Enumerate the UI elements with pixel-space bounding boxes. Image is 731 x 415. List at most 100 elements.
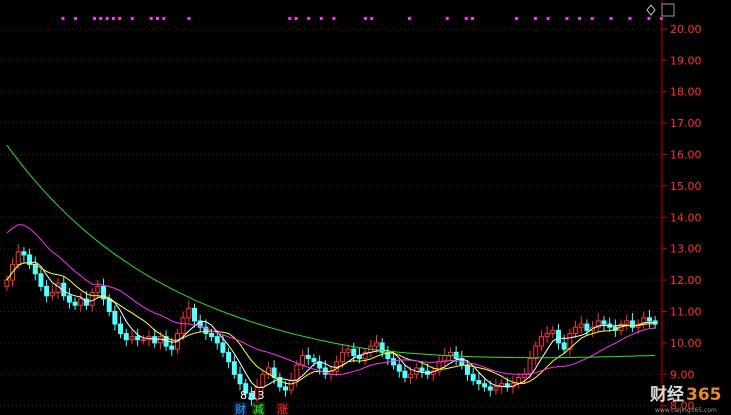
y-tick-label: 11.00 bbox=[670, 306, 702, 319]
candle-up bbox=[294, 364, 300, 382]
candle-down bbox=[237, 373, 243, 385]
candle-down bbox=[38, 273, 44, 287]
event-dot bbox=[464, 17, 468, 20]
event-dot bbox=[370, 17, 374, 20]
watermark-brand-b: 365 bbox=[686, 385, 722, 405]
candle-up bbox=[493, 386, 499, 391]
event-dot bbox=[130, 17, 134, 20]
event-dot bbox=[534, 17, 537, 20]
candle-down bbox=[646, 317, 652, 322]
candle-up bbox=[78, 298, 84, 306]
candle-up bbox=[288, 380, 294, 391]
candle-down bbox=[231, 361, 237, 375]
candle-down bbox=[396, 364, 402, 372]
candle-down bbox=[226, 351, 232, 363]
event-dot bbox=[294, 17, 298, 20]
candle-down bbox=[66, 295, 72, 303]
event-dot bbox=[647, 17, 651, 20]
stock-chart: 20.00 19.00 18.00 17.00 16.00 15.00 14.00 13.00… bbox=[0, 0, 731, 415]
candle-down bbox=[112, 311, 118, 325]
candle-down bbox=[72, 301, 78, 306]
candle-up bbox=[578, 323, 584, 328]
candle-down bbox=[152, 336, 158, 344]
event-dot bbox=[307, 17, 311, 20]
candle-up bbox=[4, 279, 10, 287]
event-dot bbox=[445, 17, 449, 20]
event-dot bbox=[74, 17, 78, 20]
candle-down bbox=[21, 251, 27, 256]
event-dot bbox=[609, 17, 613, 20]
candle-up bbox=[373, 342, 379, 347]
event-label-zhang[interactable]: 涨 bbox=[277, 403, 288, 415]
low-price-label: 8.13 bbox=[240, 389, 265, 402]
event-dot bbox=[162, 17, 166, 20]
candle-down bbox=[283, 386, 289, 391]
event-label-cai[interactable]: 财 bbox=[235, 402, 246, 415]
candle-up bbox=[300, 354, 306, 366]
event-dot bbox=[546, 17, 550, 20]
event-dot bbox=[61, 17, 65, 20]
candle-down bbox=[311, 358, 317, 363]
candle-up bbox=[408, 373, 414, 378]
event-dot bbox=[363, 17, 367, 20]
y-tick-label: 13.00 bbox=[670, 243, 702, 256]
candle-up bbox=[345, 348, 351, 353]
event-dot bbox=[471, 17, 474, 20]
candle-down bbox=[192, 307, 198, 322]
y-tick-label: 19.00 bbox=[670, 54, 702, 67]
candle-up bbox=[550, 329, 556, 334]
candle-down bbox=[487, 386, 493, 391]
event-dot bbox=[93, 17, 96, 20]
watermark-url: www.caijing365.com bbox=[655, 407, 717, 414]
candle-down bbox=[464, 364, 470, 375]
candle-up bbox=[49, 292, 55, 297]
y-tick-label: 10.00 bbox=[670, 337, 702, 350]
candle-down bbox=[209, 332, 215, 338]
event-dot bbox=[332, 17, 336, 20]
y-tick-label: 17.00 bbox=[670, 117, 702, 130]
event-dot bbox=[105, 17, 109, 20]
candle-up bbox=[538, 336, 544, 347]
event-dot bbox=[578, 17, 582, 20]
y-tick-label: 18.00 bbox=[670, 86, 702, 99]
candle-down bbox=[169, 345, 175, 350]
event-dot bbox=[187, 17, 191, 20]
y-tick-label: 20.00 bbox=[670, 23, 702, 36]
candle-up bbox=[15, 251, 21, 265]
candle-up bbox=[533, 345, 539, 360]
candle-up bbox=[260, 373, 266, 388]
event-dot bbox=[590, 17, 594, 20]
candle-up bbox=[180, 317, 186, 334]
event-dot bbox=[111, 17, 115, 20]
event-dot bbox=[408, 17, 411, 20]
candle-up bbox=[339, 351, 345, 363]
watermark: 财经 365 www.caijing365.com bbox=[649, 384, 722, 414]
candle-down bbox=[601, 320, 607, 325]
event-dot bbox=[99, 17, 103, 20]
candle-up bbox=[186, 307, 192, 319]
candle-up bbox=[624, 320, 630, 325]
event-dot bbox=[565, 17, 569, 20]
candle-down bbox=[561, 342, 567, 350]
candle-down bbox=[123, 332, 129, 341]
candle-down bbox=[351, 348, 357, 356]
event-dot bbox=[515, 17, 519, 20]
y-tick-label: 16.00 bbox=[670, 148, 702, 161]
watermark-brand-a: 财经 bbox=[649, 384, 684, 405]
event-dot bbox=[288, 17, 292, 20]
candle-up bbox=[140, 339, 146, 342]
event-dot bbox=[156, 17, 159, 20]
event-label-jian[interactable]: 减 bbox=[253, 403, 264, 415]
candle-down bbox=[470, 373, 476, 382]
candle-down bbox=[305, 354, 311, 360]
candle-down bbox=[584, 323, 590, 331]
candle-down bbox=[135, 336, 141, 341]
y-tick-label: 9.00 bbox=[670, 368, 695, 381]
y-tick-label: 12.00 bbox=[670, 274, 702, 287]
candle-down bbox=[106, 298, 112, 312]
candle-down bbox=[419, 367, 425, 372]
event-dot bbox=[118, 17, 122, 20]
candle-up bbox=[95, 285, 101, 294]
candle-up bbox=[573, 326, 579, 334]
y-tick-label: 15.00 bbox=[670, 180, 702, 193]
